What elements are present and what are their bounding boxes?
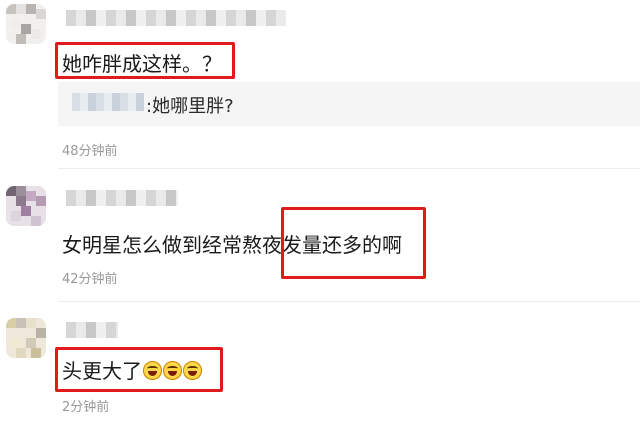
red-highlight-box: [55, 347, 223, 392]
avatar[interactable]: [6, 318, 46, 358]
blurred-username[interactable]: [66, 10, 286, 26]
blurred-reply-username[interactable]: [72, 93, 144, 111]
red-highlight-box: [55, 42, 235, 79]
comment-timestamp: 42分钟前: [62, 272, 118, 287]
blurred-username[interactable]: [66, 322, 118, 338]
comment-timestamp: 48分钟前: [62, 144, 118, 159]
divider: [58, 168, 640, 169]
blurred-username[interactable]: [66, 190, 178, 206]
avatar[interactable]: [6, 4, 46, 44]
avatar[interactable]: [6, 186, 46, 226]
red-highlight-box: [281, 207, 426, 279]
reply-box[interactable]: :她哪里胖?: [58, 82, 640, 126]
divider: [58, 301, 640, 302]
reply-text: :她哪里胖?: [146, 96, 234, 117]
comment-timestamp: 2分钟前: [62, 400, 110, 415]
